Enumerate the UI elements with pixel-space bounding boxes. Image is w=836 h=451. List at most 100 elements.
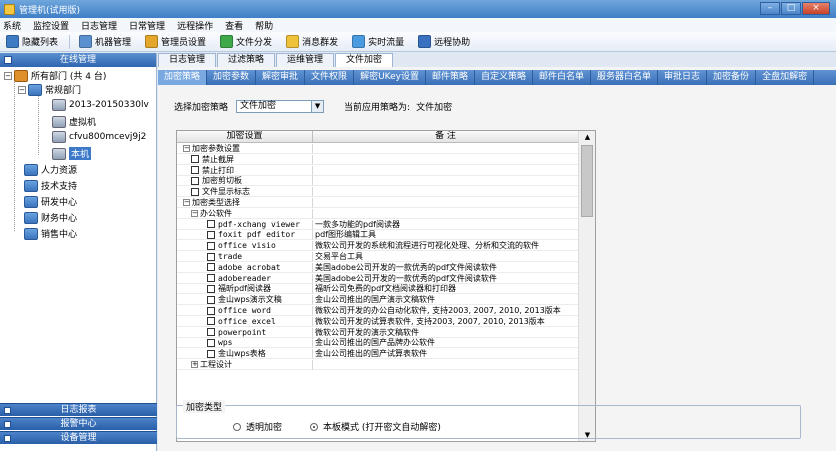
tree-toggle-icon[interactable]: − xyxy=(191,209,198,217)
checkbox[interactable] xyxy=(191,166,199,175)
subtab-custom-policy[interactable]: 自定义策略 xyxy=(475,70,533,85)
checkbox[interactable] xyxy=(191,176,199,185)
close-button[interactable]: × xyxy=(802,2,830,15)
column-header-note[interactable]: 备 注 xyxy=(313,131,579,142)
menu-view[interactable]: 查看 xyxy=(225,19,243,32)
table-row[interactable]: trade 交易平台工具 xyxy=(177,252,579,262)
checkbox[interactable] xyxy=(207,274,215,283)
sidebar-log-reports[interactable]: 日志报表 xyxy=(0,403,157,416)
tab-filter-policy[interactable]: 过滤策略 xyxy=(217,53,276,67)
tab-log-manage[interactable]: 日志管理 xyxy=(158,53,217,67)
table-row[interactable]: adobereader 美国adobe公司开发的一款优秀的pdf文件阅读软件 xyxy=(177,273,579,284)
table-row[interactable]: 福昕pdf阅读器 福昕公司免费的pdf文档阅读器和打印器 xyxy=(177,284,579,295)
table-row[interactable]: 禁止打印 xyxy=(177,165,579,176)
tree-toggle-icon[interactable]: + xyxy=(191,361,198,368)
sidebar-header[interactable]: 在线管理 xyxy=(0,53,156,67)
radio-template-mode[interactable] xyxy=(310,422,319,431)
checkbox[interactable] xyxy=(207,295,215,304)
menu-monitor[interactable]: 监控设置 xyxy=(33,19,69,32)
tree-computer-local[interactable]: 本机 xyxy=(52,147,92,160)
menu-help[interactable]: 帮助 xyxy=(255,19,273,32)
table-row[interactable]: pdf-xchang viewer 一款多功能的pdf阅读器 xyxy=(177,219,579,230)
policy-select[interactable]: 文件加密 ▼ xyxy=(236,100,325,113)
checkbox[interactable] xyxy=(207,338,215,347)
table-row[interactable]: 金山wps表格 金山公司推出的国产试算表软件 xyxy=(177,349,579,360)
subtab-server-whitelist[interactable]: 服务器白名单 xyxy=(591,70,659,85)
checkbox[interactable] xyxy=(207,252,215,261)
checkbox[interactable] xyxy=(207,317,215,326)
message-broadcast-button[interactable]: 消息群发 xyxy=(283,34,341,49)
tree-group-finance[interactable]: 财务中心 xyxy=(24,211,77,224)
table-row[interactable]: 文件显示标志 xyxy=(177,187,579,198)
sidebar-device-manage[interactable]: 设备管理 xyxy=(0,431,157,444)
table-row[interactable]: 禁止截屏 xyxy=(177,154,579,165)
subtab-decrypt-approval[interactable]: 解密审批 xyxy=(256,70,306,85)
tree-group-sales[interactable]: 销售中心 xyxy=(24,227,77,240)
table-row[interactable]: − 加密参数设置 xyxy=(177,144,579,154)
radio-transparent-label[interactable]: 透明加密 xyxy=(246,420,282,433)
radio-template-mode-label[interactable]: 本板模式 (打开密文自动解密) xyxy=(323,420,441,433)
checkbox[interactable] xyxy=(191,155,199,164)
subtab-full-disk[interactable]: 全盘加解密 xyxy=(756,70,815,85)
subtab-encrypt-params[interactable]: 加密参数 xyxy=(207,70,257,85)
checkbox[interactable] xyxy=(207,263,215,272)
table-row[interactable]: − 加密类型选择 xyxy=(177,198,579,208)
scroll-up-icon[interactable]: ▲ xyxy=(579,131,595,143)
checkbox[interactable] xyxy=(191,187,199,196)
table-row[interactable]: 金山wps演示文稿 金山公司推出的国产演示文稿软件 xyxy=(177,295,579,306)
tree-group-hr[interactable]: 人力资源 xyxy=(24,163,77,176)
chevron-down-icon[interactable]: ▼ xyxy=(311,101,324,112)
tab-file-encrypt[interactable]: 文件加密 xyxy=(335,53,394,67)
subtab-file-permission[interactable]: 文件权限 xyxy=(305,70,355,85)
subtab-approval-log[interactable]: 审批日志 xyxy=(658,70,708,85)
checkbox[interactable] xyxy=(207,306,215,315)
minimize-button[interactable]: – xyxy=(760,2,780,15)
collapse-toggle-icon[interactable]: − xyxy=(18,85,26,94)
tree-computer[interactable]: 2013-20150330lv xyxy=(52,99,149,111)
subtab-ukey-settings[interactable]: 解密UKey设置 xyxy=(354,70,426,85)
table-row[interactable]: foxit pdf editor pdf图形编辑工具 xyxy=(177,230,579,241)
checkbox[interactable] xyxy=(207,284,215,293)
tree-toggle-icon[interactable]: − xyxy=(183,145,190,152)
tree-computer[interactable]: cfvu800mcevj9j2 xyxy=(52,131,146,143)
table-row[interactable]: office word 微软公司开发的办公自动化软件, 支持2003, 2007,… xyxy=(177,306,579,316)
maximize-button[interactable]: □ xyxy=(781,2,801,15)
subtab-mail-whitelist[interactable]: 邮件白名单 xyxy=(533,70,592,85)
realtime-traffic-button[interactable]: 实时流量 xyxy=(349,34,407,49)
tree-root[interactable]: − 所有部门 (共 4 台) xyxy=(4,69,106,82)
subtab-encrypt-policy[interactable]: 加密策略 xyxy=(158,70,208,85)
admin-settings-button[interactable]: 管理员设置 xyxy=(142,34,209,49)
table-row[interactable]: − 办公软件 xyxy=(177,208,579,219)
table-row[interactable]: wps 金山公司推出的国产品牌办公软件 xyxy=(177,338,579,349)
sidebar-alarm-center[interactable]: 报警中心 xyxy=(0,417,157,430)
column-header-setting[interactable]: 加密设置 xyxy=(177,131,313,142)
menu-log[interactable]: 日志管理 xyxy=(81,19,117,32)
tree-computer[interactable]: 虚拟机 xyxy=(52,115,96,128)
collapse-icon[interactable] xyxy=(4,56,12,64)
checkbox[interactable] xyxy=(207,241,215,250)
hide-list-button[interactable]: 隐藏列表 xyxy=(3,34,61,49)
subtab-mail-policy[interactable]: 邮件策略 xyxy=(426,70,475,85)
table-row[interactable]: office visio 微软公司开发的系统和流程进行可视化处理、分析和交流的软件 xyxy=(177,241,579,252)
table-row[interactable]: 加密剪切板 xyxy=(177,176,579,187)
subtab-encrypt-backup[interactable]: 加密备份 xyxy=(707,70,757,85)
machine-manage-button[interactable]: 机器管理 xyxy=(76,34,134,49)
table-row[interactable]: + 工程设计 xyxy=(177,360,579,370)
checkbox[interactable] xyxy=(207,328,215,337)
scroll-thumb[interactable] xyxy=(581,145,593,217)
collapse-toggle-icon[interactable]: − xyxy=(4,71,12,80)
remote-assist-button[interactable]: 远程协助 xyxy=(415,34,473,49)
table-row[interactable]: office excel 微软公司开发的试算表软件, 支持2003, 2007, … xyxy=(177,316,579,327)
menu-remote[interactable]: 远程操作 xyxy=(177,19,213,32)
tab-ops-manage[interactable]: 运维管理 xyxy=(276,53,335,67)
tree-toggle-icon[interactable]: − xyxy=(183,199,190,206)
menu-system[interactable]: 系统 xyxy=(3,19,21,32)
checkbox[interactable] xyxy=(207,220,215,229)
radio-transparent[interactable] xyxy=(233,422,241,431)
file-distribute-button[interactable]: 文件分发 xyxy=(217,34,275,49)
tree-group-rd[interactable]: 研发中心 xyxy=(24,195,77,208)
table-row[interactable]: adobe acrobat 美国adobe公司开发的一款优秀的pdf文件阅读软件 xyxy=(177,262,579,273)
menu-daily[interactable]: 日常管理 xyxy=(129,19,165,32)
table-row[interactable]: powerpoint 微软公司开发的演示文稿软件 xyxy=(177,327,579,338)
tree-group-support[interactable]: 技术支持 xyxy=(24,179,77,192)
